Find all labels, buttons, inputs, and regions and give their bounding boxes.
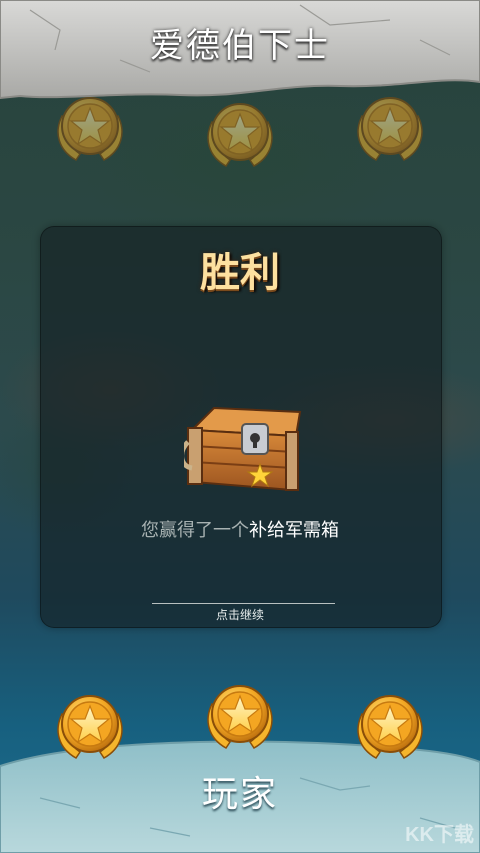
player-name: 玩家 [201,774,278,815]
opponent-name: 爱德伯下士 [150,26,330,66]
opponent-medal-2-icon [207,103,273,167]
opponent-medal-3-icon [357,97,423,161]
opponent-medal-1-icon [57,97,123,161]
supply-chest-icon [184,406,302,492]
continue-button[interactable]: 点击继续 [40,606,440,623]
reward-prefix: 您赢得了一个 [141,520,249,541]
watermark: KK下载 [405,824,474,846]
player-medal-2-icon [207,685,273,749]
reward-item-name: 补给军需箱 [249,520,339,541]
player-medal-1-icon [57,695,123,759]
continue-divider [152,603,335,604]
victory-title: 胜利 [200,250,280,296]
reward-message: 您赢得了一个补给军需箱 [40,516,440,542]
player-medal-3-icon [357,695,423,759]
